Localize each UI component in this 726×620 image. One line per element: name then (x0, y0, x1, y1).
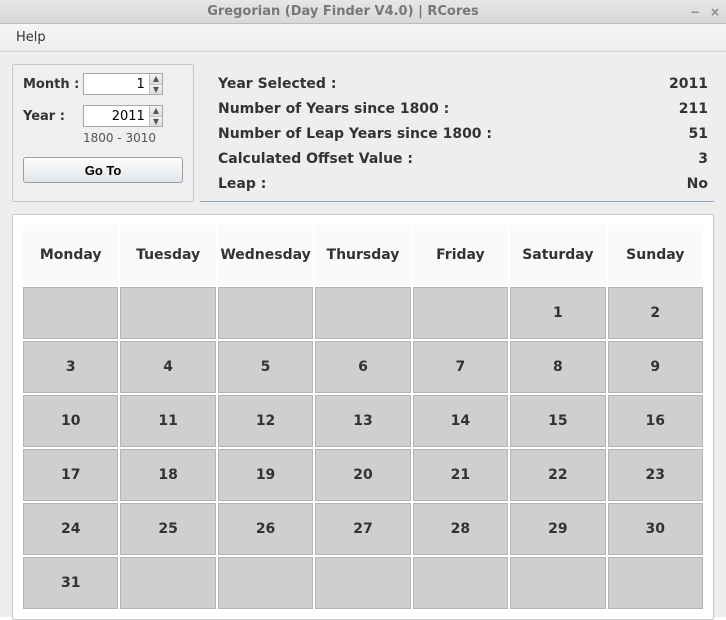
calendar-table: Monday Tuesday Wednesday Thursday Friday… (21, 223, 705, 611)
calendar-cell[interactable]: 22 (510, 449, 605, 501)
close-icon[interactable]: × (710, 7, 720, 17)
calendar-cell[interactable] (23, 287, 118, 339)
month-input[interactable] (84, 74, 149, 94)
menu-help[interactable]: Help (10, 26, 52, 49)
calendar-cell[interactable]: 12 (218, 395, 313, 447)
calendar-cell[interactable] (315, 287, 410, 339)
calendar-cell[interactable] (413, 557, 508, 609)
calendar-cell[interactable]: 21 (413, 449, 508, 501)
calendar-cell[interactable]: 4 (120, 341, 215, 393)
year-spin-up-icon[interactable]: ▲ (150, 106, 162, 117)
day-header: Thursday (315, 225, 410, 285)
day-header: Sunday (608, 225, 703, 285)
month-label: Month : (23, 77, 83, 92)
day-header: Tuesday (120, 225, 215, 285)
menubar: Help (0, 24, 726, 52)
year-input[interactable] (84, 106, 149, 126)
leap-value: No (687, 172, 708, 197)
month-spin-up-icon[interactable]: ▲ (150, 74, 162, 85)
calendar-cell[interactable]: 26 (218, 503, 313, 555)
day-header: Monday (23, 225, 118, 285)
years-since-label: Number of Years since 1800 : (218, 97, 449, 122)
calendar-row: 24252627282930 (23, 503, 703, 555)
calendar-cell[interactable]: 28 (413, 503, 508, 555)
leap-since-value: 51 (689, 122, 708, 147)
offset-value: 3 (698, 147, 708, 172)
calendar-row: 17181920212223 (23, 449, 703, 501)
offset-label: Calculated Offset Value : (218, 147, 413, 172)
day-header: Friday (413, 225, 508, 285)
calendar-cell[interactable]: 23 (608, 449, 703, 501)
calendar-cell[interactable]: 3 (23, 341, 118, 393)
calendar-cell[interactable]: 30 (608, 503, 703, 555)
input-panel: Month : ▲ ▼ Year : ▲ ▼ (12, 64, 194, 202)
calendar-cell[interactable]: 7 (413, 341, 508, 393)
calendar-cell[interactable] (218, 287, 313, 339)
month-spin-down-icon[interactable]: ▼ (150, 85, 162, 95)
leap-label: Leap : (218, 172, 266, 197)
calendar-cell[interactable] (120, 557, 215, 609)
calendar-cell[interactable]: 2 (608, 287, 703, 339)
calendar-row: 31 (23, 557, 703, 609)
calendar-row: 3456789 (23, 341, 703, 393)
calendar-cell[interactable]: 24 (23, 503, 118, 555)
month-spinner[interactable]: ▲ ▼ (83, 73, 163, 95)
calendar-cell[interactable] (413, 287, 508, 339)
calendar-cell[interactable]: 20 (315, 449, 410, 501)
year-spinner[interactable]: ▲ ▼ (83, 105, 163, 127)
calendar-cell[interactable]: 10 (23, 395, 118, 447)
calendar-cell[interactable]: 19 (218, 449, 313, 501)
calendar-cell[interactable] (120, 287, 215, 339)
calendar-cell[interactable]: 17 (23, 449, 118, 501)
calendar-cell[interactable]: 5 (218, 341, 313, 393)
calendar-cell[interactable]: 18 (120, 449, 215, 501)
calendar-cell[interactable]: 13 (315, 395, 410, 447)
day-header: Saturday (510, 225, 605, 285)
calendar-cell[interactable]: 25 (120, 503, 215, 555)
calendar-row: 12 (23, 287, 703, 339)
year-label: Year : (23, 109, 83, 124)
calendar-cell[interactable]: 14 (413, 395, 508, 447)
years-since-value: 211 (679, 97, 708, 122)
calendar-row: 10111213141516 (23, 395, 703, 447)
year-spin-down-icon[interactable]: ▼ (150, 117, 162, 127)
calendar-panel: Monday Tuesday Wednesday Thursday Friday… (12, 214, 714, 620)
leap-since-label: Number of Leap Years since 1800 : (218, 122, 492, 147)
calendar-cell[interactable]: 31 (23, 557, 118, 609)
calendar-cell[interactable]: 15 (510, 395, 605, 447)
content-area: Month : ▲ ▼ Year : ▲ ▼ (0, 52, 726, 617)
year-selected-label: Year Selected : (218, 72, 336, 97)
calendar-cell[interactable] (315, 557, 410, 609)
calendar-cell[interactable]: 11 (120, 395, 215, 447)
year-selected-value: 2011 (669, 72, 708, 97)
info-panel: Year Selected : 2011 Number of Years sin… (200, 64, 714, 202)
calendar-cell[interactable]: 9 (608, 341, 703, 393)
calendar-cell[interactable]: 1 (510, 287, 605, 339)
go-to-button[interactable]: Go To (23, 157, 183, 183)
calendar-cell[interactable]: 8 (510, 341, 605, 393)
day-header: Wednesday (218, 225, 313, 285)
calendar-cell[interactable]: 6 (315, 341, 410, 393)
minimize-icon[interactable]: − (690, 7, 700, 17)
calendar-header-row: Monday Tuesday Wednesday Thursday Friday… (23, 225, 703, 285)
calendar-cell[interactable] (608, 557, 703, 609)
year-range-hint: 1800 - 3010 (83, 131, 183, 145)
calendar-cell[interactable] (510, 557, 605, 609)
calendar-cell[interactable]: 29 (510, 503, 605, 555)
window-titlebar: Gregorian (Day Finder V4.0) | RCores − × (0, 0, 726, 24)
calendar-cell[interactable]: 27 (315, 503, 410, 555)
calendar-cell[interactable]: 16 (608, 395, 703, 447)
calendar-cell[interactable] (218, 557, 313, 609)
window-title: Gregorian (Day Finder V4.0) | RCores (6, 4, 680, 19)
